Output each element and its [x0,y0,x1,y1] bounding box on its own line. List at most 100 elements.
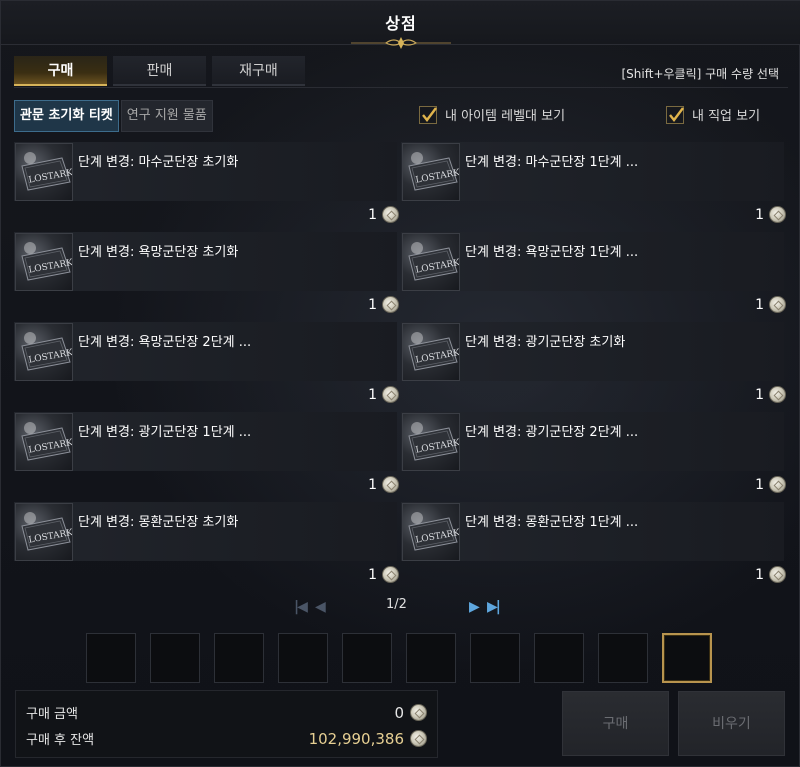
cart-slot[interactable] [342,633,392,683]
subtab-research-supplies[interactable]: 연구 지원 물품 [120,100,213,132]
shop-item[interactable]: LOSTARK 단계 변경: 몽환군단장 1단계 ... 1 [401,502,786,590]
cart-slot[interactable] [150,633,200,683]
filter-my-class-label: 내 직업 보기 [692,109,761,124]
item-name: 단계 변경: 마수군단장 초기화 [78,155,239,170]
purchase-summary: 구매 금액 0 구매 후 잔액 102,990,386 [15,690,438,758]
item-price: 1 [368,386,399,403]
coin-icon [382,386,399,403]
window-title: 상점 [385,14,417,33]
checkbox-checked-icon[interactable] [666,105,684,124]
item-price-value: 1 [755,386,764,403]
item-price: 1 [368,566,399,583]
coin-icon [769,476,786,493]
purchase-amount-row: 구매 금액 0 [26,703,427,722]
lost-ark-ticket-icon: LOSTARK [15,323,73,381]
clear-button[interactable]: 비우기 [678,691,785,756]
item-price-value: 1 [368,386,377,403]
tab-bar: 구매 판매 재구매 [14,56,305,86]
shop-item[interactable]: LOSTARK 단계 변경: 마수군단장 1단계 ... 1 [401,142,786,230]
cart-slot[interactable] [406,633,456,683]
filter-my-class[interactable]: 내 직업 보기 [666,105,760,124]
filter-item-level-label: 내 아이템 레벨대 보기 [445,109,566,124]
last-page-icon[interactable]: ▶| [487,599,501,615]
item-price: 1 [755,386,786,403]
shop-item[interactable]: LOSTARK 단계 변경: 욕망군단장 2단계 ... 1 [14,322,399,410]
item-price: 1 [368,296,399,313]
lost-ark-ticket-icon: LOSTARK [402,503,460,561]
item-price: 1 [368,206,399,223]
coin-icon [382,206,399,223]
lost-ark-ticket-icon: LOSTARK [15,143,73,201]
category-filter: 관문 초기화 티켓 연구 지원 물품 [14,100,213,132]
shop-item[interactable]: LOSTARK 단계 변경: 광기군단장 2단계 ... 1 [401,412,786,500]
lost-ark-ticket-icon: LOSTARK [402,323,460,381]
cart-slot[interactable] [662,633,712,683]
lost-ark-ticket-icon: LOSTARK [15,503,73,561]
item-price-value: 1 [368,206,377,223]
coin-icon [382,566,399,583]
item-name: 단계 변경: 광기군단장 1단계 ... [78,425,252,440]
next-page-icon[interactable]: ▶ [469,599,480,615]
item-price-value: 1 [755,296,764,313]
quantity-hint: [Shift+우클릭] 구매 수량 선택 [621,67,780,81]
cart-slot[interactable] [214,633,264,683]
prev-page-icon[interactable]: ◀ [315,599,326,615]
title-bar: 상점 [1,1,800,49]
coin-icon [410,730,427,747]
cart-slot[interactable] [598,633,648,683]
buy-button[interactable]: 구매 [562,691,669,756]
cart-slot[interactable] [86,633,136,683]
subtab-gate-reset-ticket[interactable]: 관문 초기화 티켓 [14,100,119,132]
balance-label: 구매 후 잔액 [26,733,95,748]
item-price: 1 [755,206,786,223]
item-name: 단계 변경: 광기군단장 초기화 [465,335,626,350]
cart-slot[interactable] [278,633,328,683]
cart-slot[interactable] [470,633,520,683]
coin-icon [382,296,399,313]
coin-icon [769,386,786,403]
filter-item-level[interactable]: 내 아이템 레벨대 보기 [419,105,565,124]
item-name: 단계 변경: 몽환군단장 1단계 ... [465,515,639,530]
lost-ark-ticket-icon: LOSTARK [402,413,460,471]
item-price: 1 [755,566,786,583]
item-name: 단계 변경: 광기군단장 2단계 ... [465,425,639,440]
tab-sell[interactable]: 판매 [113,56,206,86]
tab-divider [14,87,788,88]
balance-value: 102,990,386 [308,729,404,748]
item-price-value: 1 [755,566,764,583]
shop-item[interactable]: LOSTARK 단계 변경: 광기군단장 초기화 1 [401,322,786,410]
shop-item[interactable]: LOSTARK 단계 변경: 마수군단장 초기화 1 [14,142,399,230]
cart-slot[interactable] [534,633,584,683]
checkbox-checked-icon[interactable] [419,105,437,124]
coin-icon [769,566,786,583]
purchase-amount-label: 구매 금액 [26,707,78,722]
shop-item[interactable]: LOSTARK 단계 변경: 몽환군단장 초기화 1 [14,502,399,590]
coin-icon [410,704,427,721]
balance-row: 구매 후 잔액 102,990,386 [26,729,427,748]
item-name: 단계 변경: 욕망군단장 초기화 [78,245,239,260]
first-page-icon[interactable]: |◀ [294,599,308,615]
shop-window: 상점 구매 판매 재구매 [Shift+우클릭] 구매 수량 선택 관문 초기화… [0,0,800,767]
item-name: 단계 변경: 몽환군단장 초기화 [78,515,239,530]
lost-ark-ticket-icon: LOSTARK [402,143,460,201]
coin-icon [769,296,786,313]
shop-item[interactable]: LOSTARK 단계 변경: 욕망군단장 1단계 ... 1 [401,232,786,320]
ornament-icon [351,37,451,49]
item-price-value: 1 [368,296,377,313]
item-price: 1 [368,476,399,493]
item-name: 단계 변경: 마수군단장 1단계 ... [465,155,639,170]
coin-icon [769,206,786,223]
tab-buy[interactable]: 구매 [14,56,107,86]
shop-item[interactable]: LOSTARK 단계 변경: 욕망군단장 초기화 1 [14,232,399,320]
lost-ark-ticket-icon: LOSTARK [15,233,73,291]
item-price: 1 [755,296,786,313]
item-name: 단계 변경: 욕망군단장 2단계 ... [78,335,252,350]
item-price-value: 1 [755,476,764,493]
lost-ark-ticket-icon: LOSTARK [402,233,460,291]
cart-slots [86,633,712,683]
shop-item[interactable]: LOSTARK 단계 변경: 광기군단장 1단계 ... 1 [14,412,399,500]
item-price-value: 1 [368,476,377,493]
tab-rebuy[interactable]: 재구매 [212,56,305,86]
item-price: 1 [755,476,786,493]
item-price-value: 1 [755,206,764,223]
